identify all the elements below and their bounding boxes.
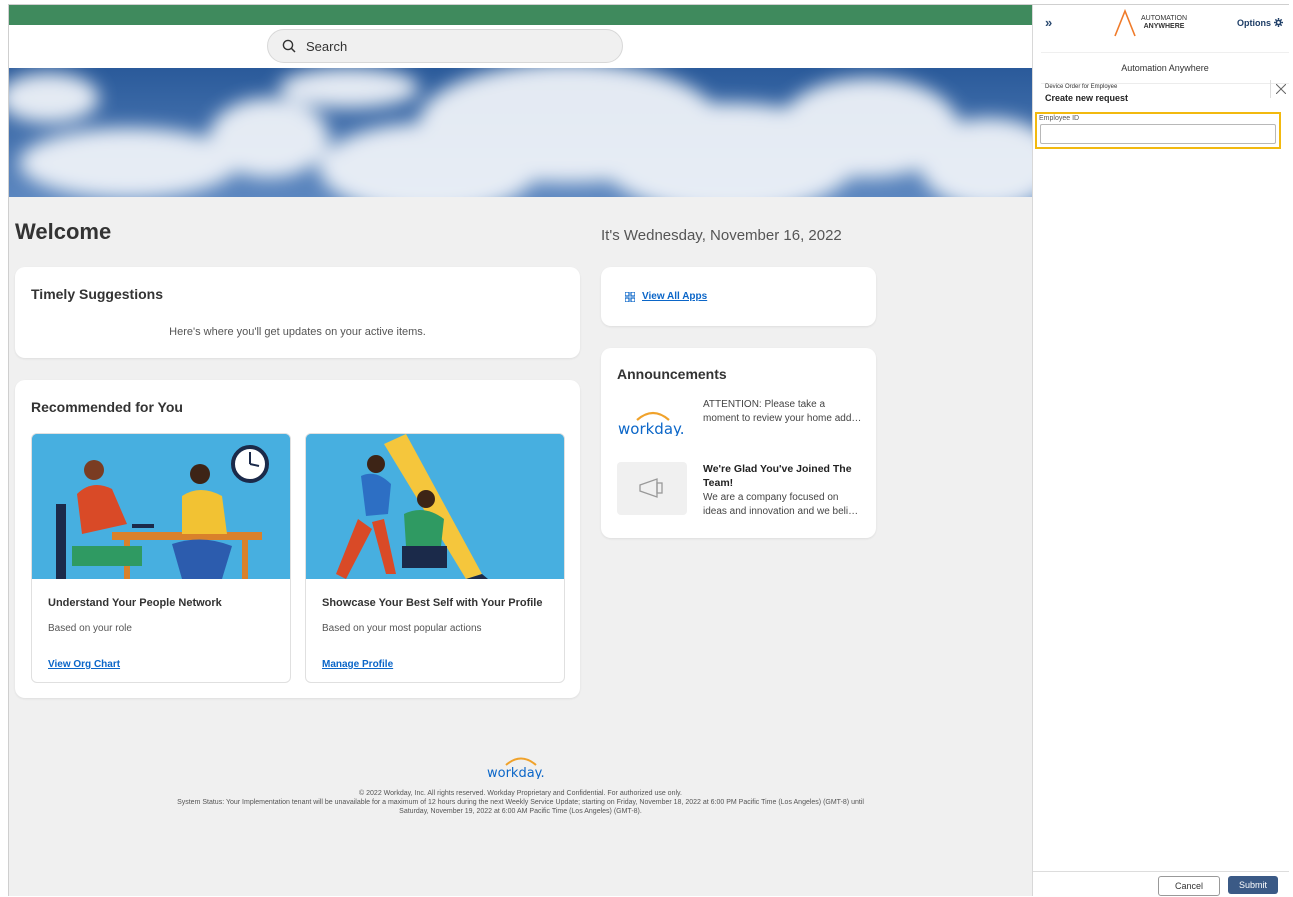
timely-suggestions-title: Timely Suggestions	[31, 286, 163, 302]
footer-logo: workday.	[486, 753, 556, 781]
recommendation-subtitle: Based on your most popular actions	[322, 623, 482, 634]
panel-header: » AUTOMATION ANYWHERE Options	[1033, 5, 1289, 43]
announcement-title-line1: We're Glad You've Joined The	[703, 463, 852, 475]
process-name: Device Order for Employee	[1045, 84, 1118, 90]
apps-grid-icon	[625, 292, 635, 302]
gear-icon	[1273, 18, 1283, 27]
announcement-text-line2: ideas and innovation and we beli…	[703, 506, 859, 517]
announcements-title: Announcements	[617, 366, 727, 382]
footer-copyright: © 2022 Workday, Inc. All rights reserved…	[359, 790, 682, 797]
recommendation-title: Showcase Your Best Self with Your Profil…	[322, 597, 543, 609]
automation-anywhere-logo-icon	[1114, 8, 1136, 37]
announcement-text-line2: moment to review your home add…	[703, 413, 862, 424]
close-icon	[1276, 84, 1286, 94]
submit-button[interactable]: Submit	[1228, 876, 1278, 894]
manage-profile-link[interactable]: Manage Profile	[322, 659, 393, 670]
date-text: It's Wednesday, November 16, 2022	[601, 227, 842, 244]
announcement-item[interactable]: We're Glad You've Joined The Team! We ar…	[617, 462, 867, 527]
recommendation-card-1[interactable]: Understand Your People Network Based on …	[31, 433, 291, 683]
announcement-item[interactable]: workday. ATTENTION: Please take a moment…	[617, 398, 867, 443]
view-org-chart-link[interactable]: View Org Chart	[48, 659, 120, 670]
footer-status-line2: Saturday, November 19, 2022 at 6:00 AM P…	[399, 808, 642, 815]
logo-line2: ANYWHERE	[1143, 23, 1185, 30]
view-all-apps-link[interactable]: View All Apps	[642, 291, 707, 302]
timely-suggestions-card: Timely Suggestions Here's where you'll g…	[15, 267, 580, 358]
automation-panel: » AUTOMATION ANYWHERE Options Automation…	[1032, 5, 1289, 896]
people-network-illustration	[32, 434, 290, 579]
footer-status-line1: System Status: Your Implementation tenan…	[177, 799, 864, 806]
search-bar[interactable]: Search	[267, 29, 623, 63]
sky-banner	[9, 68, 1032, 197]
view-all-apps-card: View All Apps	[601, 267, 876, 326]
logo-line1: AUTOMATION	[1141, 15, 1188, 22]
cancel-button[interactable]: Cancel	[1158, 876, 1220, 896]
announcement-thumbnail	[617, 462, 687, 515]
employee-id-field-group: Employee ID	[1035, 112, 1281, 149]
panel-app-name: Automation Anywhere	[1041, 52, 1289, 83]
svg-text:workday.: workday.	[487, 766, 545, 779]
recommendation-title: Understand Your People Network	[48, 597, 222, 609]
close-button[interactable]	[1270, 80, 1289, 98]
recommended-title: Recommended for You	[31, 399, 183, 415]
employee-id-input[interactable]	[1040, 124, 1276, 144]
options-button[interactable]: Options	[1237, 18, 1283, 28]
announcement-title-line2: Team!	[703, 477, 734, 489]
search-icon	[282, 39, 296, 53]
announcement-text-line1: We are a company focused on	[703, 492, 839, 503]
footer: workday. © 2022 Workday, Inc. All rights…	[9, 753, 1032, 816]
top-accent-bar	[9, 5, 1032, 25]
recommendation-subtitle: Based on your role	[48, 623, 132, 634]
expand-icon[interactable]: »	[1045, 15, 1052, 30]
announcement-text-line1: ATTENTION: Please take a	[703, 399, 826, 410]
search-placeholder: Search	[306, 38, 348, 54]
welcome-heading: Welcome	[15, 219, 112, 244]
announcements-card: Announcements workday. ATTENTION: Please…	[601, 348, 876, 538]
workday-app: Search Welcome It's Wednesday, November …	[9, 5, 1032, 896]
timely-suggestions-text: Here's where you'll get updates on your …	[169, 326, 426, 338]
workday-logo-icon: workday.	[618, 411, 685, 436]
employee-id-label: Employee ID	[1039, 115, 1080, 122]
options-label: Options	[1237, 18, 1271, 28]
recommendation-card-2[interactable]: Showcase Your Best Self with Your Profil…	[305, 433, 565, 683]
panel-footer: Cancel Submit	[1033, 871, 1289, 897]
profile-illustration	[306, 434, 564, 579]
header: Search	[9, 25, 1032, 69]
megaphone-icon	[639, 478, 663, 498]
svg-text:workday.: workday.	[618, 420, 685, 436]
request-title: Create new request	[1045, 93, 1129, 103]
